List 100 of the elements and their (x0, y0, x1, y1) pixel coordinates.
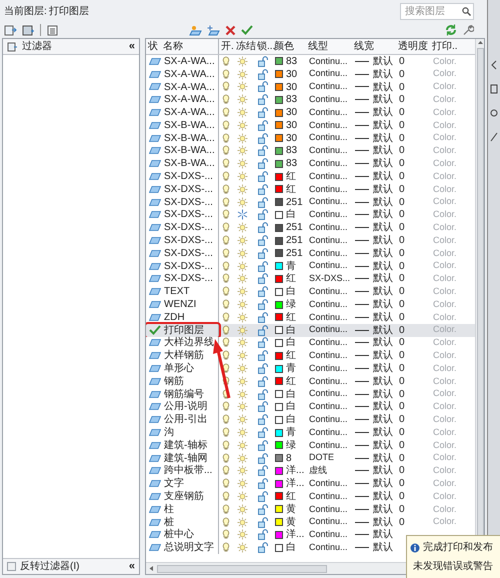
lightbulb-icon[interactable] (222, 490, 230, 502)
linetype[interactable]: Continu... (309, 221, 348, 235)
color-swatch[interactable] (275, 236, 283, 245)
transparency[interactable]: 0 (399, 156, 405, 172)
collapse-button[interactable]: « (128, 561, 135, 572)
color-swatch[interactable] (275, 172, 283, 181)
color-swatch[interactable] (275, 466, 283, 475)
sun-icon[interactable] (237, 94, 248, 106)
lineweight[interactable]: 默认 (373, 66, 393, 82)
tool-icon[interactable] (490, 132, 498, 142)
column-header[interactable]: 锁... (255, 39, 272, 54)
lightbulb-icon[interactable] (222, 107, 230, 118)
lineweight[interactable]: 默认 (373, 246, 393, 261)
lightbulb-icon[interactable] (222, 337, 230, 348)
linetype[interactable]: Continu... (309, 540, 348, 554)
lineweight[interactable]: 默认 (373, 271, 393, 286)
unlocked-padlock-icon[interactable] (258, 68, 269, 80)
color-swatch[interactable] (275, 198, 283, 206)
lineweight[interactable]: 默认 (373, 207, 393, 222)
unlocked-padlock-icon[interactable] (258, 324, 269, 336)
color-swatch[interactable] (275, 210, 283, 219)
color-swatch[interactable] (275, 390, 283, 398)
lineweight[interactable]: 默认 (373, 374, 393, 389)
color-swatch[interactable] (275, 505, 283, 514)
lightbulb-icon[interactable] (222, 196, 230, 208)
color-swatch[interactable] (275, 121, 283, 130)
color-swatch[interactable] (275, 300, 283, 309)
sun-icon[interactable] (237, 260, 248, 272)
color-swatch[interactable] (275, 416, 283, 424)
transparency[interactable]: 0 (399, 66, 405, 82)
unlocked-padlock-icon[interactable] (258, 414, 269, 426)
color-swatch[interactable] (275, 274, 283, 283)
lineweight[interactable]: 默认 (373, 361, 393, 376)
transparency[interactable]: 0 (399, 233, 405, 248)
lightbulb-icon[interactable] (222, 478, 230, 490)
lineweight[interactable]: 默认 (373, 335, 393, 350)
sun-icon[interactable] (237, 478, 248, 490)
linetype[interactable]: Continu... (309, 374, 348, 388)
lineweight[interactable]: 默认 (373, 514, 393, 530)
transparency[interactable]: 0 (399, 502, 405, 517)
sun-icon[interactable] (237, 529, 248, 540)
lightbulb-icon[interactable] (222, 171, 230, 182)
linetype[interactable]: Continu... (309, 170, 348, 184)
unlocked-padlock-icon[interactable] (258, 94, 269, 106)
sun-icon[interactable] (237, 196, 248, 208)
transparency[interactable]: 0 (399, 348, 405, 364)
transparency[interactable]: 0 (399, 399, 405, 414)
transparency[interactable]: 0 (399, 361, 405, 376)
transparency[interactable]: 0 (399, 310, 405, 325)
unlocked-padlock-icon[interactable] (258, 490, 269, 502)
unlocked-padlock-icon[interactable] (258, 107, 269, 118)
lineweight[interactable]: 默认 (373, 399, 393, 414)
lineweight[interactable]: 默认 (373, 476, 393, 492)
sun-icon[interactable] (237, 465, 248, 476)
sun-icon[interactable] (237, 286, 248, 298)
sun-icon[interactable] (237, 248, 248, 259)
transparency[interactable]: 0 (399, 258, 405, 274)
sun-icon[interactable] (237, 337, 248, 348)
unlocked-padlock-icon[interactable] (258, 299, 269, 310)
sun-icon[interactable] (237, 145, 248, 156)
transparency[interactable]: 0 (399, 105, 405, 120)
sun-icon[interactable] (237, 299, 248, 310)
lightbulb-icon[interactable] (222, 401, 230, 412)
transparency[interactable]: 0 (399, 80, 405, 94)
lightbulb-icon[interactable] (222, 184, 230, 195)
lineweight[interactable]: 默认 (373, 386, 393, 402)
linetype[interactable]: Continu... (309, 106, 348, 120)
sun-icon[interactable] (237, 427, 248, 438)
color-swatch[interactable] (275, 70, 283, 78)
lightbulb-icon[interactable] (222, 440, 230, 451)
sun-icon[interactable] (237, 490, 248, 502)
transparency[interactable]: 0 (399, 284, 405, 300)
unlocked-padlock-icon[interactable] (258, 440, 269, 451)
lightbulb-icon[interactable] (222, 56, 230, 67)
lineweight[interactable]: 默认 (373, 156, 393, 172)
linetype[interactable]: DOTE (309, 451, 334, 465)
lineweight[interactable]: 默认 (373, 348, 393, 364)
unlocked-padlock-icon[interactable] (258, 465, 269, 476)
lineweight[interactable]: 默认 (373, 182, 393, 197)
column-header[interactable]: 线宽 (352, 39, 396, 54)
transparency[interactable]: 0 (399, 412, 405, 428)
sun-icon[interactable] (237, 120, 248, 131)
lightbulb-icon[interactable] (222, 504, 230, 515)
transparency[interactable]: 0 (399, 514, 405, 530)
lineweight[interactable]: 默认 (373, 80, 393, 94)
linetype[interactable]: Continu... (309, 387, 348, 401)
collapse-button[interactable]: « (128, 41, 135, 52)
linetype[interactable]: Continu... (309, 528, 348, 542)
unlocked-padlock-icon[interactable] (258, 542, 269, 554)
color-swatch[interactable] (275, 82, 283, 91)
unlocked-padlock-icon[interactable] (258, 401, 269, 412)
sun-icon[interactable] (237, 184, 248, 195)
unlocked-padlock-icon[interactable] (258, 209, 269, 220)
lightbulb-icon[interactable] (222, 376, 230, 387)
tool-icon[interactable] (490, 108, 498, 118)
lightbulb-icon[interactable] (222, 158, 230, 170)
color-swatch[interactable] (275, 530, 283, 539)
lineweight[interactable]: 默认 (373, 412, 393, 428)
color-swatch[interactable] (275, 326, 283, 334)
transparency[interactable]: 0 (399, 271, 405, 286)
